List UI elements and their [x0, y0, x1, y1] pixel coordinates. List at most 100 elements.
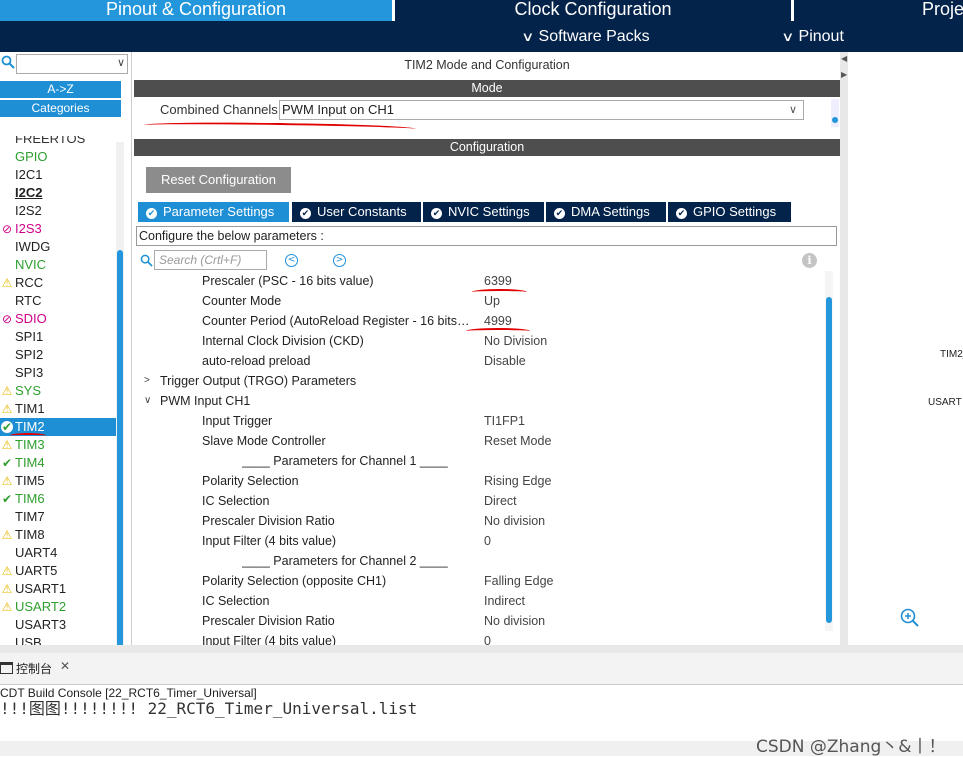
parameter-row[interactable]: IC Selection Direct	[134, 491, 824, 511]
parameter-name: Prescaler (PSC - 16 bits value)	[202, 274, 374, 288]
chevron-down-icon[interactable]: ∨	[789, 101, 797, 119]
parameter-name: Counter Period (AutoReload Register - 16…	[202, 314, 472, 328]
sidebar-item-tim7[interactable]: TIM7	[0, 508, 116, 526]
categories-button[interactable]: Categories	[0, 100, 121, 117]
sidebar-item-nvic[interactable]: NVIC	[0, 256, 116, 274]
search-icon[interactable]	[1, 55, 15, 69]
sidebar-item-iwdg[interactable]: IWDG	[0, 238, 116, 256]
combined-channels-select[interactable]: PWM Input on CH1 ∨	[279, 100, 804, 120]
sidebar-item-tim8[interactable]: ⚠ TIM8	[0, 526, 116, 544]
chevron-down-icon[interactable]: ∨	[117, 56, 125, 69]
sidebar-scrollbar[interactable]	[116, 142, 124, 695]
zoom-in-icon[interactable]	[900, 608, 920, 628]
parameter-value[interactable]: TI1FP1	[484, 411, 525, 431]
sidebar-item-tim5[interactable]: ⚠ TIM5	[0, 472, 116, 490]
console-output-line: !!!图图!!!!!!!! 22_RCT6_Timer_Universal.li…	[0, 699, 418, 718]
reset-configuration-button[interactable]: Reset Configuration	[146, 167, 291, 193]
parameter-value[interactable]: Disable	[484, 351, 526, 371]
parameter-row[interactable]: Prescaler Division Ratio No division	[134, 511, 824, 531]
sidebar-item-i2s3[interactable]: ⊘ I2S3	[0, 220, 116, 238]
sidebar-item-tim6[interactable]: ✔ TIM6	[0, 490, 116, 508]
tab-gpio-settings[interactable]: ✔ GPIO Settings	[668, 202, 791, 222]
tab-project-manager[interactable]: Proje	[794, 0, 963, 21]
search-previous-icon[interactable]: <	[285, 254, 298, 267]
sidebar-item-spi1[interactable]: SPI1	[0, 328, 116, 346]
tab-parameter-settings[interactable]: ✔ Parameter Settings	[138, 202, 289, 222]
sidebar-item-rcc[interactable]: ⚠ RCC	[0, 274, 116, 292]
sidebar-item-rtc[interactable]: RTC	[0, 292, 116, 310]
parameter-row[interactable]: IC Selection Indirect	[134, 591, 824, 611]
sort-az-button[interactable]: A->Z	[0, 81, 121, 98]
collapse-icon[interactable]: ◀	[841, 54, 847, 63]
parameter-row[interactable]: Input Filter (4 bits value) 0	[134, 631, 824, 645]
tab-user-constants[interactable]: ✔ User Constants	[292, 202, 421, 222]
sidebar-item-usart2[interactable]: ⚠ USART2	[0, 598, 116, 616]
parameter-value[interactable]: Direct	[484, 491, 517, 511]
sidebar-item-tim4[interactable]: ✔ TIM4	[0, 454, 116, 472]
close-icon[interactable]: ✕	[60, 659, 70, 673]
info-icon[interactable]: i	[802, 253, 817, 268]
parameter-group[interactable]: ∨ PWM Input CH1	[134, 391, 824, 411]
parameter-scroll-thumb[interactable]	[826, 297, 832, 623]
parameter-name: ____ Parameters for Channel 1 ____	[242, 454, 448, 468]
parameter-row[interactable]: ____ Parameters for Channel 2 ____	[134, 551, 824, 571]
search-next-icon[interactable]: >	[333, 254, 346, 267]
sidebar-item-freertos[interactable]: FREERTOS	[0, 136, 116, 148]
tab-nvic-settings[interactable]: ✔ NVIC Settings	[423, 202, 544, 222]
expand-icon[interactable]: ▶	[841, 70, 847, 79]
panel-splitter[interactable]: ◀ ▶	[840, 52, 848, 645]
parameter-value[interactable]: No division	[484, 511, 545, 531]
sidebar-item-label: SPI3	[15, 365, 44, 380]
parameter-value[interactable]: No Division	[484, 331, 547, 351]
parameter-group[interactable]: > Trigger Output (TRGO) Parameters	[134, 371, 824, 391]
parameter-scrollbar[interactable]	[825, 271, 833, 631]
parameter-row[interactable]: Prescaler Division Ratio No division	[134, 611, 824, 631]
parameter-row[interactable]: Prescaler (PSC - 16 bits value) 6399	[134, 271, 824, 291]
menu-pinout[interactable]: ∨ Pinout	[781, 21, 844, 52]
parameter-row[interactable]: auto-reload preload Disable	[134, 351, 824, 371]
sidebar-item-sys[interactable]: ⚠ SYS	[0, 382, 116, 400]
tab-dma-settings[interactable]: ✔ DMA Settings	[546, 202, 666, 222]
parameter-row[interactable]: Slave Mode Controller Reset Mode	[134, 431, 824, 451]
parameter-value[interactable]: Reset Mode	[484, 431, 551, 451]
sidebar-item-label: NVIC	[15, 257, 47, 272]
sidebar-item-gpio[interactable]: GPIO	[0, 148, 116, 166]
sidebar-item-spi3[interactable]: SPI3	[0, 364, 116, 382]
parameter-value[interactable]: Falling Edge	[484, 571, 554, 591]
sidebar-item-uart4[interactable]: UART4	[0, 544, 116, 562]
sidebar-item-usb[interactable]: USB	[0, 634, 116, 645]
parameter-value[interactable]: 0	[484, 631, 491, 645]
chevron-right-icon[interactable]: >	[144, 371, 150, 391]
parameter-value[interactable]: No division	[484, 611, 545, 631]
sidebar-item-i2c1[interactable]: I2C1	[0, 166, 116, 184]
sidebar-scroll-thumb[interactable]	[117, 250, 123, 695]
menu-software-packs[interactable]: ∨ Software Packs	[521, 21, 650, 52]
parameter-row[interactable]: ____ Parameters for Channel 1 ____	[134, 451, 824, 471]
sidebar-search-input[interactable]: ∨	[16, 54, 128, 74]
sidebar-item-i2s2[interactable]: I2S2	[0, 202, 116, 220]
parameter-value[interactable]: Indirect	[484, 591, 525, 611]
parameter-row[interactable]: Polarity Selection (opposite CH1) Falling…	[134, 571, 824, 591]
parameter-value[interactable]: Rising Edge	[484, 471, 551, 491]
tab-pinout-configuration[interactable]: Pinout & Configuration	[0, 0, 392, 21]
sidebar-item-uart5[interactable]: ⚠ UART5	[0, 562, 116, 580]
console-tab[interactable]: 控制台 ✕	[0, 653, 963, 685]
tab-clock-configuration[interactable]: Clock Configuration	[395, 0, 791, 21]
parameter-value[interactable]: 0	[484, 531, 491, 551]
sidebar-item-tim1[interactable]: ⚠ TIM1	[0, 400, 116, 418]
parameter-row[interactable]: Input Trigger TI1FP1	[134, 411, 824, 431]
sidebar-item-usart1[interactable]: ⚠ USART1	[0, 580, 116, 598]
sidebar-item-i2c2[interactable]: I2C2	[0, 184, 116, 202]
parameter-search-input[interactable]: Search (Crtl+F)	[154, 250, 267, 270]
panel-title: TIM2 Mode and Configuration	[404, 58, 570, 72]
sidebar-item-spi2[interactable]: SPI2	[0, 346, 116, 364]
mode-scrollbar[interactable]	[831, 99, 839, 127]
parameter-row[interactable]: Polarity Selection Rising Edge	[134, 471, 824, 491]
sidebar-item-tim3[interactable]: ⚠ TIM3	[0, 436, 116, 454]
sidebar-item-sdio[interactable]: ⊘ SDIO	[0, 310, 116, 328]
parameter-row[interactable]: Input Filter (4 bits value) 0	[134, 531, 824, 551]
parameter-row[interactable]: Internal Clock Division (CKD) No Division	[134, 331, 824, 351]
sidebar-item-usart3[interactable]: USART3	[0, 616, 116, 634]
parameter-value[interactable]: 6399	[484, 271, 512, 291]
chevron-down-icon[interactable]: ∨	[144, 391, 151, 411]
